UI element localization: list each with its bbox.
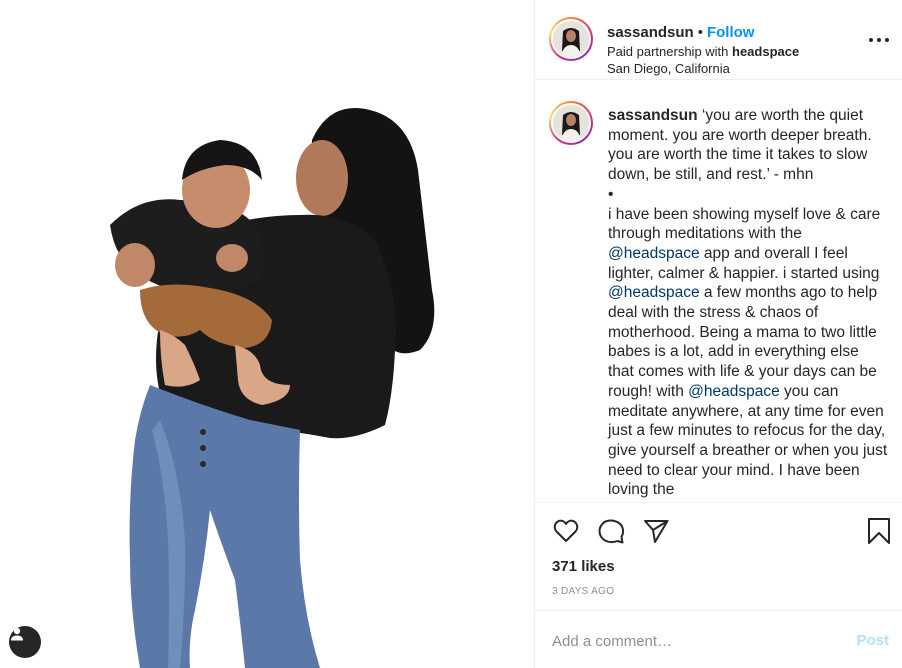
mention-link[interactable]: @headspace xyxy=(608,284,700,301)
caption-text: sassandsun ‘you are worth the quiet mome… xyxy=(608,106,888,500)
more-dots-icon xyxy=(869,38,873,42)
mention-link[interactable]: @headspace xyxy=(608,245,700,262)
caption-p1: i have been showing myself love & care t… xyxy=(608,205,881,243)
user-tag-button[interactable] xyxy=(9,626,41,658)
user-tag-icon xyxy=(11,627,23,641)
mother-hand-left xyxy=(115,243,155,287)
post-photo[interactable] xyxy=(0,0,534,668)
avatar-photo xyxy=(553,105,589,141)
comment-input[interactable] xyxy=(552,629,832,653)
avatar[interactable] xyxy=(549,17,593,61)
paid-partnership: Paid partnership with headspace xyxy=(607,44,799,59)
header-username[interactable]: sassandsun xyxy=(607,24,694,41)
mother-face xyxy=(296,140,348,216)
avatar-photo xyxy=(553,21,589,57)
comment-form: Post xyxy=(535,610,902,668)
likes-count[interactable]: 371 likes xyxy=(552,558,615,575)
photo-illustration xyxy=(110,108,435,668)
header-dot: • xyxy=(697,24,703,41)
post-side-panel: sassandsun • Follow Paid partnership with … xyxy=(534,0,902,668)
caption-username[interactable]: sassandsun xyxy=(608,107,698,124)
paper-plane-icon[interactable] xyxy=(642,517,670,545)
post-timestamp[interactable]: 3 DAYS AGO xyxy=(552,586,614,597)
post-actions: 371 likes 3 DAYS AGO xyxy=(535,502,902,610)
more-options-button[interactable] xyxy=(869,30,889,50)
post-header: sassandsun • Follow Paid partnership with … xyxy=(535,0,902,80)
partnership-prefix: Paid partnership with xyxy=(607,44,733,59)
bookmark-icon[interactable] xyxy=(865,517,893,545)
partner-link[interactable]: headspace xyxy=(732,44,799,59)
caption-p4: you can meditate anywhere, at any time f… xyxy=(608,382,888,499)
caption-avatar[interactable] xyxy=(549,101,593,145)
follow-button[interactable]: Follow xyxy=(707,24,755,41)
comment-bubble-icon[interactable] xyxy=(597,517,625,545)
caption-area[interactable]: sassandsun ‘you are worth the quiet mome… xyxy=(535,80,902,502)
heart-icon[interactable] xyxy=(552,517,580,545)
post-comment-button[interactable]: Post xyxy=(856,632,889,649)
location-link[interactable]: San Diego, California xyxy=(607,61,730,76)
caption-bullet: • xyxy=(608,185,614,203)
mention-link[interactable]: @headspace xyxy=(688,383,780,400)
mother-hand-right xyxy=(216,244,248,272)
